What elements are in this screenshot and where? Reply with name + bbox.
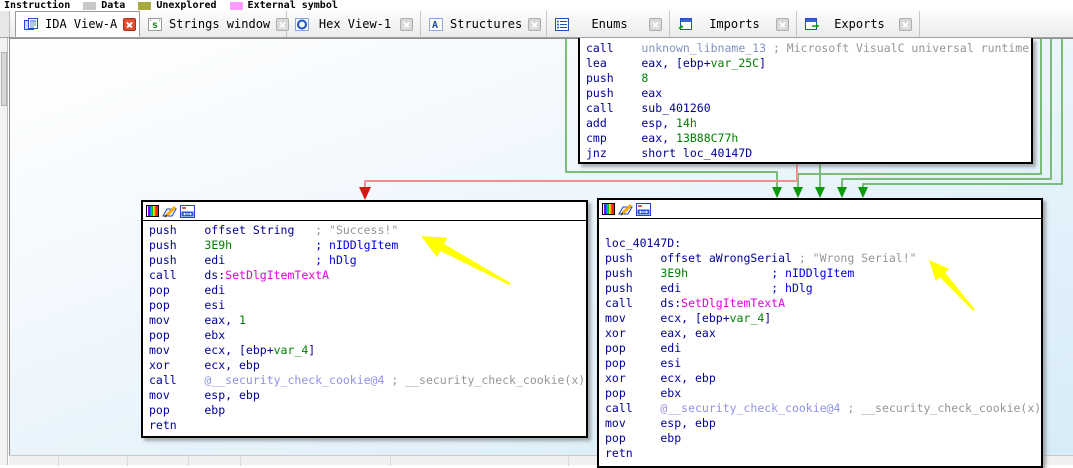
asm-line[interactable]: lea eax, [ebp+var_25C] [586, 56, 1031, 71]
close-icon[interactable] [276, 17, 290, 31]
tab-exports[interactable]: Exports [797, 11, 920, 37]
legend-label: Data [101, 0, 126, 11]
asm-line[interactable]: call @__security_check_cookie@4 ; __secu… [149, 373, 586, 388]
tab-label: Hex View-1 [318, 17, 392, 31]
asm-line[interactable]: mov esp, ebp [605, 416, 1041, 431]
asm-line[interactable]: pop ebx [605, 386, 1041, 401]
tab-label: Enums [591, 17, 628, 31]
asm-line[interactable]: call unknown_libname_13 ; Microsoft Visu… [586, 41, 1031, 56]
unexplored-color-swatch [138, 1, 152, 10]
asm-line[interactable]: push offset aWrongSerial ; "Wrong Serial… [605, 251, 1041, 266]
edit-pencil-icon[interactable] [618, 203, 633, 216]
tab-ida-view-a[interactable]: IDA View-A [15, 11, 140, 37]
color-legend-bar: Instruction Data Unexplored External sym… [0, 0, 1073, 11]
edit-pencil-icon[interactable] [162, 205, 177, 218]
asm-line[interactable]: pop ebx [149, 328, 586, 343]
strings-icon: s ' ' [148, 17, 162, 31]
node-header [143, 202, 586, 221]
asm-line[interactable]: pop esi [149, 298, 586, 313]
legend-label: External symbol [247, 0, 338, 11]
tab-label: Imports [709, 17, 760, 31]
svg-text:': ' [149, 19, 153, 26]
hex-view-icon [295, 17, 309, 31]
asm-line[interactable]: call ds:SetDlgItemTextA [605, 296, 1041, 311]
tab-label: IDA View-A [45, 17, 118, 31]
asm-line[interactable] [605, 221, 1041, 236]
legend-item-data: Data [83, 0, 125, 11]
asm-line[interactable]: add esp, 14h [586, 116, 1031, 131]
asm-line[interactable]: push edi ; hDlg [149, 253, 586, 268]
tab-label: Strings window [169, 17, 271, 31]
legend-item-external-symbol: External symbol [229, 0, 338, 11]
close-icon[interactable] [123, 17, 137, 31]
svg-text:A: A [432, 20, 438, 31]
svg-text:': ' [158, 19, 162, 26]
close-icon[interactable] [776, 17, 789, 31]
tab-structures[interactable]: A Structures [421, 11, 547, 37]
asm-line[interactable]: pop ebp [605, 431, 1041, 446]
legend-label: Instruction [4, 0, 71, 11]
asm-line[interactable]: call @__security_check_cookie@4 ; __secu… [605, 401, 1041, 416]
asm-line[interactable]: pop esi [605, 356, 1041, 371]
asm-line[interactable]: retn [149, 418, 586, 433]
close-icon[interactable] [899, 17, 912, 31]
asm-line[interactable]: push 3E9h ; nIDDlgItem [149, 238, 586, 253]
enums-icon [555, 17, 569, 31]
group-node-icon[interactable] [636, 202, 651, 216]
asm-line[interactable]: pop ebp [149, 403, 586, 418]
asm-line[interactable]: loc_40147D: [605, 236, 1041, 251]
asm-line[interactable]: retn [605, 446, 1041, 461]
asm-line[interactable]: pop edi [149, 283, 586, 298]
asm-line[interactable]: xor ecx, ebp [605, 371, 1041, 386]
close-icon[interactable] [528, 17, 542, 31]
asm-line[interactable]: push edi ; hDlg [605, 281, 1041, 296]
data-color-swatch [83, 1, 97, 10]
group-node-icon[interactable] [180, 204, 195, 218]
legend-item-instruction: Instruction [4, 0, 70, 11]
graph-node-entry[interactable]: call unknown_libname_13 ; Microsoft Visu… [578, 38, 1033, 164]
asm-line[interactable]: push 8 [586, 71, 1031, 86]
tab-imports[interactable]: Imports [670, 11, 797, 37]
structures-icon: A [429, 17, 443, 31]
asm-line[interactable]: push offset String ; "Success!" [149, 223, 586, 238]
external-symbol-color-swatch [229, 1, 243, 10]
imports-icon [678, 17, 692, 30]
asm-line[interactable]: jnz short loc_40147D [586, 146, 1031, 161]
tab-scroll-stub[interactable] [0, 11, 10, 37]
legend-item-unexplored: Unexplored [138, 0, 217, 11]
vertical-scrollbar[interactable] [0, 38, 8, 465]
graph-node-wrong-serial[interactable]: loc_40147D: push offset aWrongSerial ; "W… [597, 198, 1043, 468]
asm-line[interactable]: mov ecx, [ebp+var_4] [149, 343, 586, 358]
node-color-palette-icon[interactable] [146, 205, 159, 217]
asm-line[interactable]: cmp eax, 13B88C77h [586, 131, 1031, 146]
tab-label: Exports [834, 17, 885, 31]
asm-line[interactable]: xor ecx, ebp [149, 358, 586, 373]
tab-bar: IDA View-A s ' ' Strings window Hex View-… [0, 11, 1073, 38]
tab-enums[interactable]: Enums [547, 11, 670, 37]
node-header [599, 200, 1041, 219]
close-icon[interactable] [400, 17, 413, 31]
exports-icon [805, 17, 820, 30]
asm-line[interactable]: xor eax, eax [605, 326, 1041, 341]
asm-line[interactable]: call sub_401260 [586, 101, 1031, 116]
close-icon[interactable] [649, 17, 662, 31]
asm-line[interactable]: mov ecx, [ebp+var_4] [605, 311, 1041, 326]
asm-line[interactable]: mov eax, 1 [149, 313, 586, 328]
asm-line[interactable]: call ds:SetDlgItemTextA [149, 268, 586, 283]
ida-view-icon [24, 17, 38, 30]
asm-line[interactable]: mov esp, ebp [149, 388, 586, 403]
asm-line[interactable]: push 3E9h ; nIDDlgItem [605, 266, 1041, 281]
asm-line[interactable]: pop edi [605, 341, 1041, 356]
legend-label: Unexplored [156, 0, 217, 11]
vertical-scrollbar-thumb[interactable] [1, 52, 7, 106]
node-color-palette-icon[interactable] [602, 203, 615, 215]
tab-strings-window[interactable]: s ' ' Strings window [140, 11, 290, 37]
tab-hex-view-1[interactable]: Hex View-1 [287, 11, 421, 37]
tab-label: Structures [450, 17, 523, 31]
graph-node-success[interactable]: push offset String ; "Success!" push 3E9h… [141, 200, 588, 438]
asm-line[interactable]: push eax [586, 86, 1031, 101]
